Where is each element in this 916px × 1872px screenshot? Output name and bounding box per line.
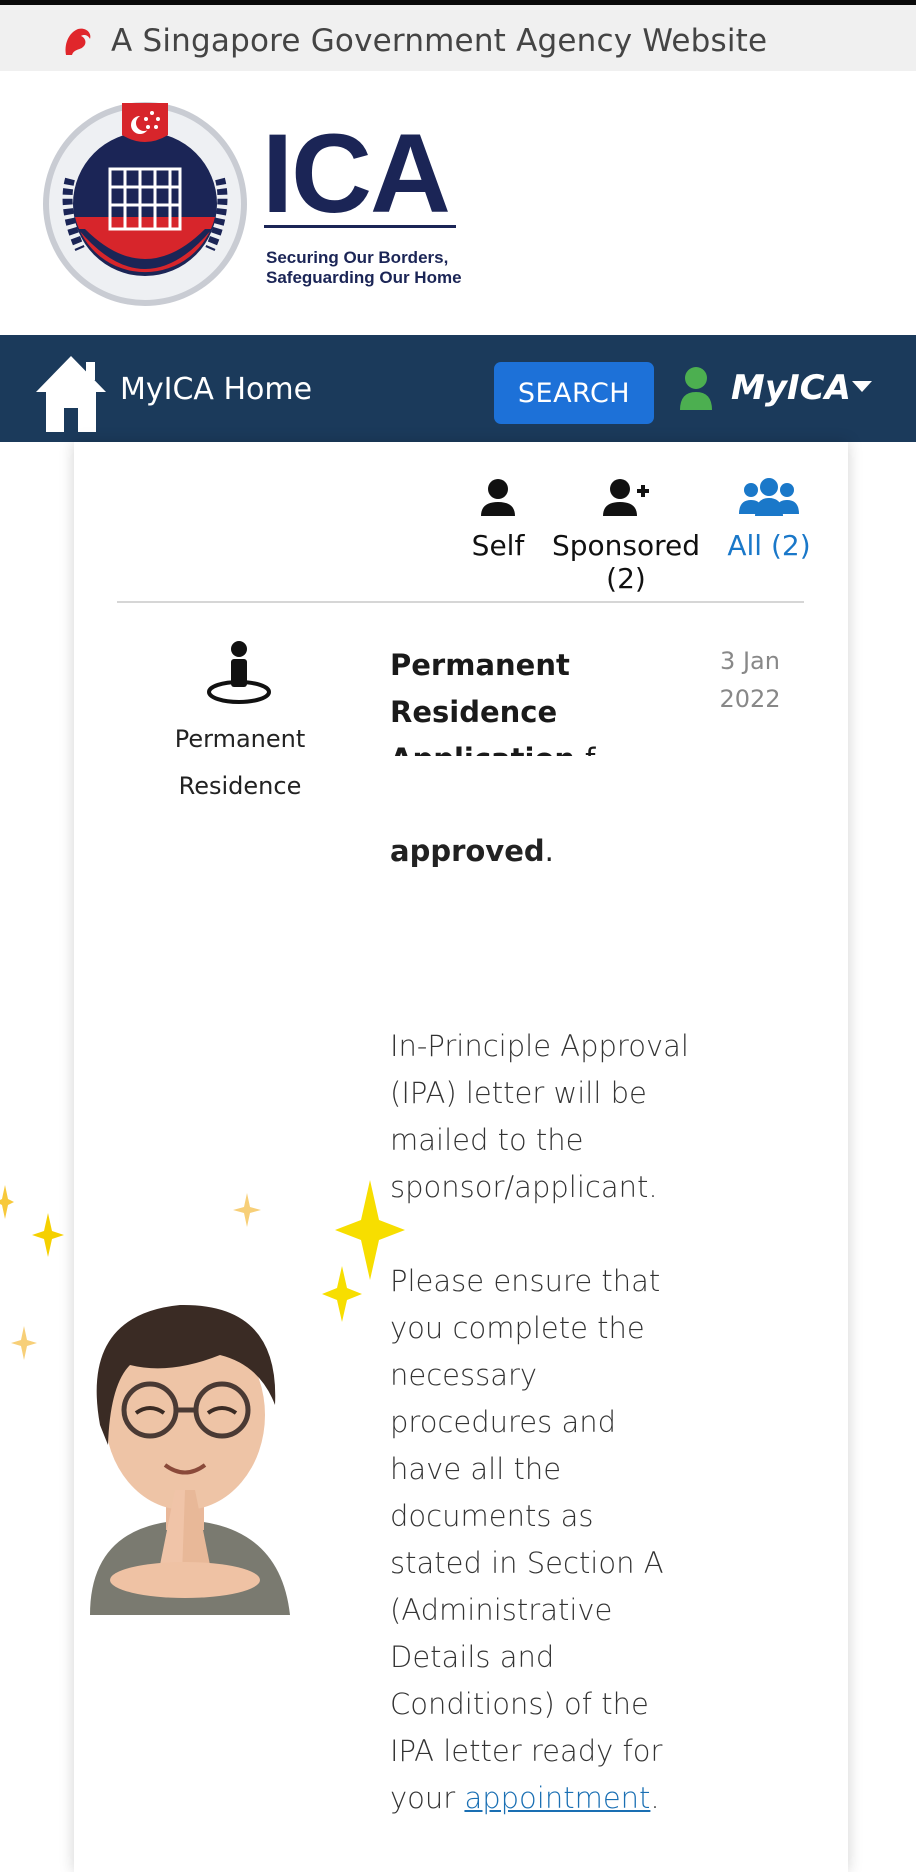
tagline-line-2: Safeguarding Our Home <box>266 268 462 287</box>
tagline-line-1: Securing Our Borders, <box>266 248 449 267</box>
title-line-1: Permanent <box>390 648 570 682</box>
notification-date: 3 Jan 2022 <box>700 642 800 718</box>
status-approved: approved <box>390 834 545 868</box>
instructions-end: . <box>650 1781 660 1815</box>
permanent-residence-icon <box>206 640 272 710</box>
sparkle-icon <box>11 1326 37 1364</box>
myica-home-link[interactable]: MyICA Home <box>120 372 312 407</box>
status-period: . <box>544 834 554 868</box>
filter-self-label: Self <box>471 529 525 562</box>
myica-account-menu[interactable]: MyICA <box>731 368 851 408</box>
instructions-paragraph: Please ensure that you complete the nece… <box>390 1258 690 1822</box>
title-line-2: Residence <box>390 695 558 729</box>
government-banner: A Singapore Government Agency Website <box>0 5 916 71</box>
logo-rule <box>264 225 456 228</box>
filter-self[interactable]: Self <box>468 478 528 562</box>
lion-head-icon <box>60 25 94 63</box>
filter-all-label: All (2) <box>727 529 811 562</box>
appointment-link[interactable]: appointment <box>464 1781 650 1815</box>
person-add-icon <box>536 478 716 523</box>
sparkle-icon <box>233 1193 261 1231</box>
chevron-down-icon[interactable] <box>852 381 872 392</box>
home-icon[interactable] <box>34 354 108 438</box>
category-label-line-2: Residence <box>178 772 302 800</box>
category-label: Permanent Residence <box>166 716 314 810</box>
person-icon <box>468 478 528 523</box>
sparkle-icon <box>0 1185 14 1223</box>
redaction-mask <box>385 756 645 820</box>
ica-logo-text: ICA <box>262 111 451 236</box>
status-line: approved. <box>390 828 554 875</box>
filter-sponsored[interactable]: Sponsored (2) <box>536 478 716 595</box>
divider <box>117 601 804 603</box>
group-icon <box>724 478 814 523</box>
search-button[interactable]: SEARCH <box>494 362 654 424</box>
date-line-1: 3 Jan <box>720 647 780 675</box>
filter-sponsored-label: Sponsored (2) <box>551 529 701 595</box>
category-label-line-1: Permanent <box>174 725 306 753</box>
avatar-sticker <box>70 1275 300 1619</box>
filter-all[interactable]: All (2) <box>724 478 814 562</box>
date-line-2: 2022 <box>719 685 781 713</box>
user-icon[interactable] <box>678 366 714 414</box>
sparkle-icon <box>322 1266 362 1326</box>
ipa-letter-paragraph: In-Principle Approval (IPA) letter will … <box>390 1029 689 1204</box>
sparkle-icon <box>32 1213 64 1261</box>
logo-tagline: Securing Our Borders, Safeguarding Our H… <box>266 248 462 288</box>
instructions-text: Please ensure that you complete the nece… <box>390 1264 664 1815</box>
government-banner-text: A Singapore Government Agency Website <box>111 23 768 59</box>
ica-seal-logo[interactable] <box>40 99 250 313</box>
